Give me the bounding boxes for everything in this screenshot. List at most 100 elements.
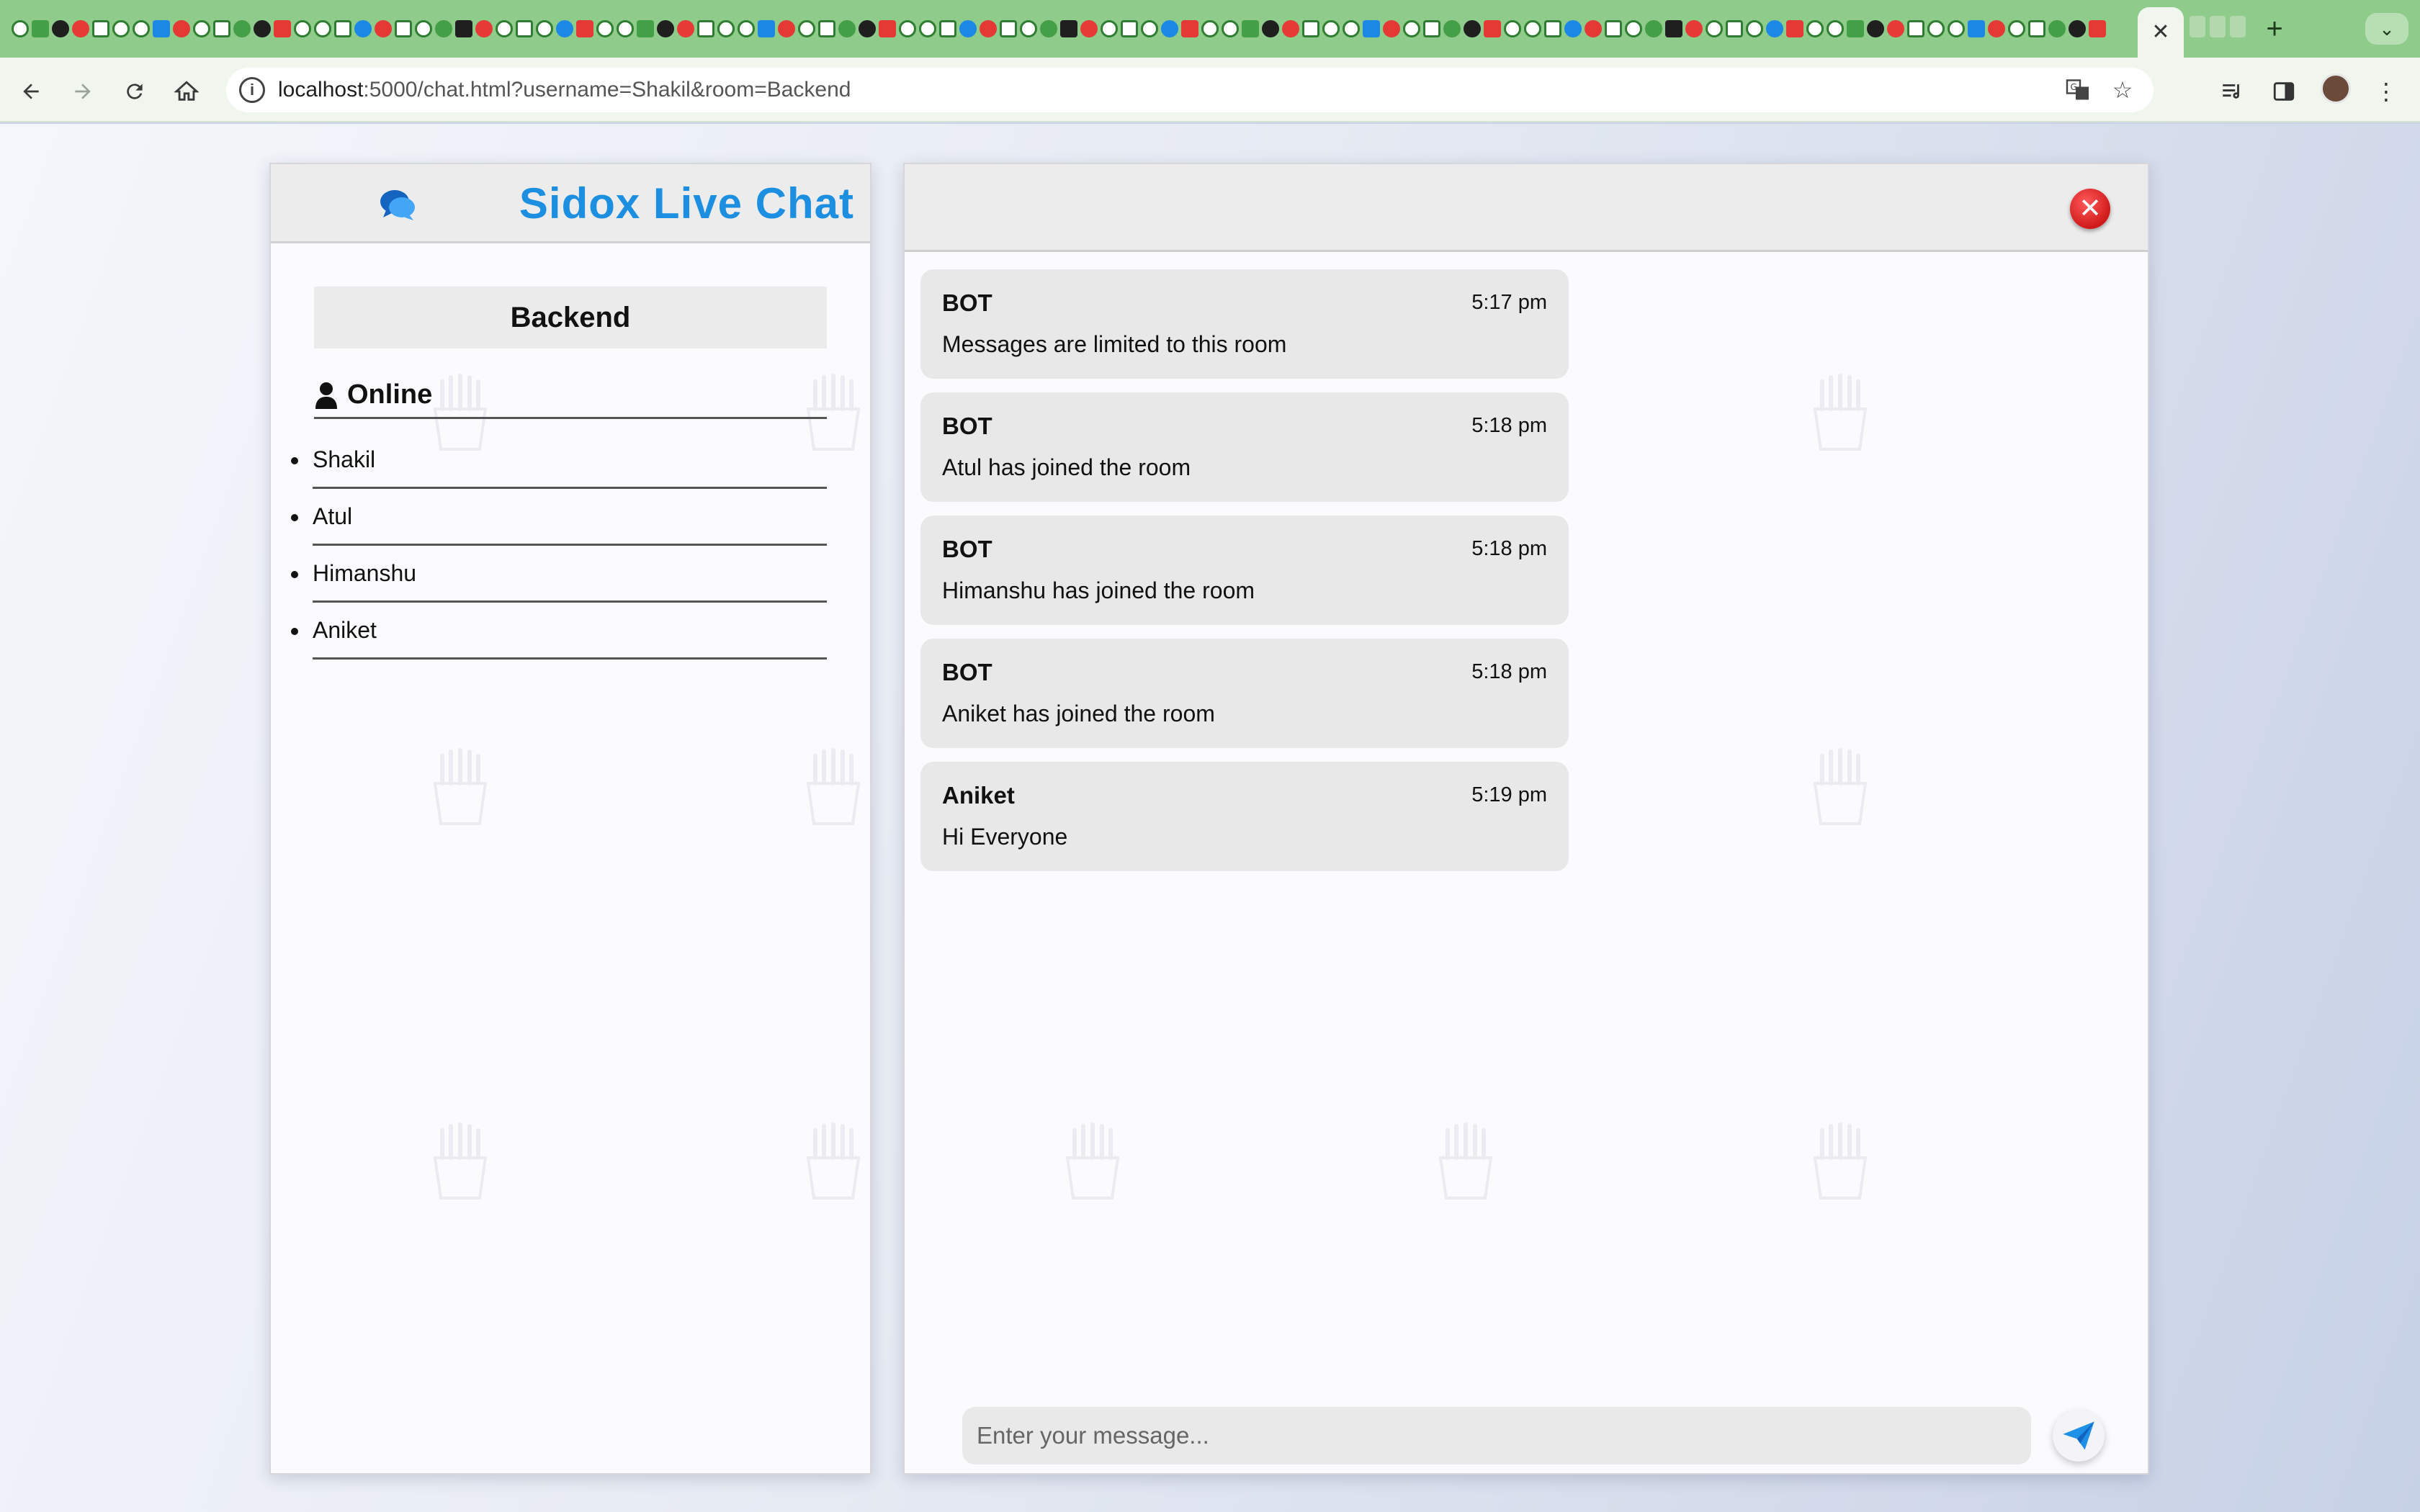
tab-placeholder[interactable] bbox=[2210, 16, 2226, 37]
reload-button[interactable] bbox=[115, 72, 154, 111]
send-button[interactable] bbox=[2053, 1410, 2105, 1462]
tab-favicon-icon[interactable] bbox=[1464, 20, 1481, 37]
tab-favicon-icon[interactable] bbox=[375, 20, 392, 37]
active-tab[interactable]: ✕ bbox=[2138, 7, 2184, 58]
tab-favicon-icon[interactable] bbox=[980, 20, 997, 37]
tab-favicon-icon[interactable] bbox=[758, 20, 775, 37]
tab-favicon-icon[interactable] bbox=[133, 20, 150, 37]
tab-favicon-icon[interactable] bbox=[576, 20, 593, 37]
tab-favicon-icon[interactable] bbox=[1020, 20, 1037, 37]
tab-favicon-icon[interactable] bbox=[1827, 20, 1844, 37]
tab-favicon-icon[interactable] bbox=[1726, 20, 1743, 37]
side-panel-icon[interactable] bbox=[2264, 72, 2303, 111]
tab-favicon-icon[interactable] bbox=[455, 20, 472, 37]
url-text[interactable]: localhost:5000/chat.html?username=Shakil… bbox=[278, 78, 851, 102]
tab-favicon-icon[interactable] bbox=[92, 20, 109, 37]
tab-favicon-icon[interactable] bbox=[354, 20, 372, 37]
translate-icon[interactable]: G bbox=[2063, 75, 2093, 105]
tab-favicon-icon[interactable] bbox=[859, 20, 876, 37]
tab-favicon-icon[interactable] bbox=[1403, 20, 1420, 37]
tab-favicon-icon[interactable] bbox=[798, 20, 815, 37]
tab-favicon-icon[interactable] bbox=[1443, 20, 1461, 37]
tab-favicon-icon[interactable] bbox=[1524, 20, 1541, 37]
tab-placeholder[interactable] bbox=[2230, 16, 2246, 37]
forward-button[interactable] bbox=[63, 72, 102, 111]
tab-favicon-icon[interactable] bbox=[818, 20, 835, 37]
tab-favicon-icon[interactable] bbox=[294, 20, 311, 37]
tab-favicon-icon[interactable] bbox=[415, 20, 432, 37]
tab-favicon-icon[interactable] bbox=[173, 20, 190, 37]
tab-favicon-icon[interactable] bbox=[112, 20, 130, 37]
message-input[interactable] bbox=[962, 1407, 2031, 1464]
tab-favicon-icon[interactable] bbox=[738, 20, 755, 37]
tab-favicon-icon[interactable] bbox=[1242, 20, 1259, 37]
tab-favicon-icon[interactable] bbox=[2048, 20, 2066, 37]
tab-favicon-icon[interactable] bbox=[1988, 20, 2005, 37]
tab-favicon-icon[interactable] bbox=[778, 20, 795, 37]
tab-favicon-icon[interactable] bbox=[1201, 20, 1219, 37]
tab-favicon-icon[interactable] bbox=[52, 20, 69, 37]
tab-favicon-icon[interactable] bbox=[1141, 20, 1158, 37]
tab-favicon-icon[interactable] bbox=[1101, 20, 1118, 37]
tab-favicon-icon[interactable] bbox=[314, 20, 331, 37]
tab-favicon-icon[interactable] bbox=[1000, 20, 1017, 37]
home-button[interactable] bbox=[167, 72, 206, 111]
tab-favicon-icon[interactable] bbox=[637, 20, 654, 37]
tab-favicon-icon[interactable] bbox=[1363, 20, 1380, 37]
tab-favicon-icon[interactable] bbox=[1282, 20, 1299, 37]
tab-favicon-icon[interactable] bbox=[274, 20, 291, 37]
tab-favicon-icon[interactable] bbox=[1222, 20, 1239, 37]
tab-favicon-icon[interactable] bbox=[1927, 20, 1945, 37]
tab-placeholder[interactable] bbox=[2190, 16, 2205, 37]
tab-favicon-icon[interactable] bbox=[496, 20, 513, 37]
bookmark-star-icon[interactable]: ☆ bbox=[2107, 75, 2138, 105]
tab-favicon-icon[interactable] bbox=[1040, 20, 1057, 37]
tab-favicon-icon[interactable] bbox=[1907, 20, 1924, 37]
tab-favicon-icon[interactable] bbox=[536, 20, 553, 37]
tab-favicon-icon[interactable] bbox=[879, 20, 896, 37]
tab-favicon-icon[interactable] bbox=[657, 20, 674, 37]
tab-favicon-icon[interactable] bbox=[1343, 20, 1360, 37]
tab-favicon-icon[interactable] bbox=[516, 20, 533, 37]
tab-favicon-icon[interactable] bbox=[1806, 20, 1824, 37]
tab-favicon-icon[interactable] bbox=[939, 20, 956, 37]
tab-favicon-icon[interactable] bbox=[32, 20, 49, 37]
address-bar[interactable]: i localhost:5000/chat.html?username=Shak… bbox=[226, 68, 2154, 112]
tab-favicon-icon[interactable] bbox=[193, 20, 210, 37]
tab-favicon-row[interactable] bbox=[12, 17, 2129, 40]
tab-favicon-icon[interactable] bbox=[213, 20, 230, 37]
tab-favicon-icon[interactable] bbox=[2008, 20, 2025, 37]
tab-favicon-icon[interactable] bbox=[1423, 20, 1440, 37]
tab-favicon-icon[interactable] bbox=[1585, 20, 1602, 37]
tab-favicon-icon[interactable] bbox=[1605, 20, 1622, 37]
tab-favicon-icon[interactable] bbox=[697, 20, 714, 37]
tab-favicon-icon[interactable] bbox=[838, 20, 856, 37]
profile-avatar[interactable] bbox=[2321, 73, 2351, 104]
tab-favicon-icon[interactable] bbox=[959, 20, 977, 37]
tab-search-button[interactable]: ⌄ bbox=[2365, 13, 2408, 45]
tab-favicon-icon[interactable] bbox=[1948, 20, 1965, 37]
tab-close-icon[interactable]: ✕ bbox=[2151, 22, 2169, 43]
tab-favicon-icon[interactable] bbox=[1383, 20, 1400, 37]
tab-favicon-icon[interactable] bbox=[334, 20, 351, 37]
tab-favicon-icon[interactable] bbox=[153, 20, 170, 37]
tab-favicon-icon[interactable] bbox=[919, 20, 936, 37]
tab-favicon-icon[interactable] bbox=[2089, 20, 2106, 37]
tab-favicon-icon[interactable] bbox=[1746, 20, 1763, 37]
tab-favicon-icon[interactable] bbox=[2028, 20, 2045, 37]
tab-favicon-icon[interactable] bbox=[1685, 20, 1703, 37]
tab-favicon-icon[interactable] bbox=[395, 20, 412, 37]
tab-favicon-icon[interactable] bbox=[2069, 20, 2086, 37]
tab-favicon-icon[interactable] bbox=[1262, 20, 1279, 37]
tab-favicon-icon[interactable] bbox=[1867, 20, 1884, 37]
tab-favicon-icon[interactable] bbox=[475, 20, 493, 37]
tab-favicon-icon[interactable] bbox=[1080, 20, 1098, 37]
kebab-menu-icon[interactable]: ⋮ bbox=[2367, 72, 2406, 111]
site-info-icon[interactable]: i bbox=[239, 77, 265, 103]
tab-favicon-icon[interactable] bbox=[1161, 20, 1178, 37]
tab-favicon-icon[interactable] bbox=[1786, 20, 1803, 37]
tab-favicon-icon[interactable] bbox=[254, 20, 271, 37]
tab-favicon-icon[interactable] bbox=[1766, 20, 1783, 37]
tab-favicon-icon[interactable] bbox=[677, 20, 694, 37]
tab-favicon-icon[interactable] bbox=[12, 20, 29, 37]
